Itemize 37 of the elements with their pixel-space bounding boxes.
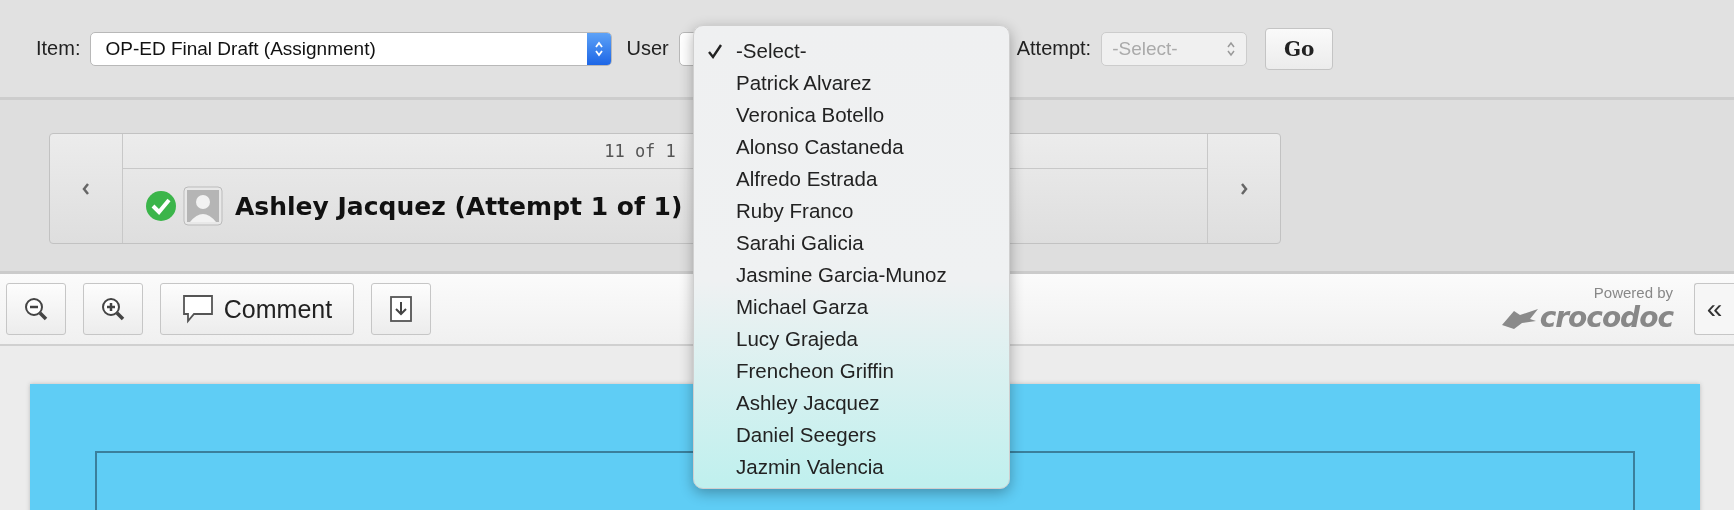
user-option[interactable]: -Select- <box>694 35 1009 67</box>
zoom-out-button[interactable] <box>6 283 66 335</box>
student-name: Ashley Jacquez (Attempt 1 of 1) <box>235 191 683 221</box>
collapse-button[interactable]: « <box>1694 283 1734 335</box>
zoom-in-button[interactable] <box>83 283 143 335</box>
user-option[interactable]: Ruby Franco <box>694 195 1009 227</box>
speech-bubble-icon <box>181 294 214 324</box>
item-label: Item: <box>36 37 81 60</box>
user-option[interactable]: Jasmine Garcia-Munoz <box>694 259 1009 291</box>
student-counter: 11 of 1 <box>604 141 676 161</box>
download-button[interactable] <box>371 283 431 335</box>
zoom-in-icon <box>99 295 127 323</box>
user-option[interactable]: Patrick Alvarez <box>694 67 1009 99</box>
user-option[interactable]: Veronica Botello <box>694 99 1009 131</box>
avatar-icon <box>183 186 223 226</box>
user-option[interactable]: Lucy Grajeda <box>694 323 1009 355</box>
zoom-out-icon <box>22 295 50 323</box>
attempt-label: Attempt: <box>1016 37 1092 60</box>
stepper-icon <box>587 32 612 65</box>
stepper-icon <box>1226 39 1237 58</box>
user-option[interactable]: Alonso Castaneda <box>694 131 1009 163</box>
user-option[interactable]: Michael Garza <box>694 291 1009 323</box>
user-option[interactable]: Daniel Seegers <box>694 419 1009 451</box>
chevron-left-icon <box>81 181 91 196</box>
item-select[interactable]: OP-ED Final Draft (Assignment) <box>90 31 613 66</box>
comment-button[interactable]: Comment <box>160 283 354 335</box>
user-option[interactable]: Sarahi Galicia <box>694 227 1009 259</box>
user-option[interactable]: Jazmin Valencia <box>694 451 1009 483</box>
download-icon <box>389 295 413 323</box>
chevron-right-icon <box>1239 181 1249 196</box>
user-label: User <box>626 37 669 60</box>
crocodoc-logo: crocodoc <box>1539 301 1673 334</box>
user-option[interactable]: Frencheon Griffin <box>694 355 1009 387</box>
user-option[interactable]: Alfredo Estrada <box>694 163 1009 195</box>
user-option[interactable]: Ashley Jacquez <box>694 387 1009 419</box>
powered-by-text: Powered by <box>1593 284 1673 301</box>
go-button[interactable]: Go <box>1265 27 1334 70</box>
